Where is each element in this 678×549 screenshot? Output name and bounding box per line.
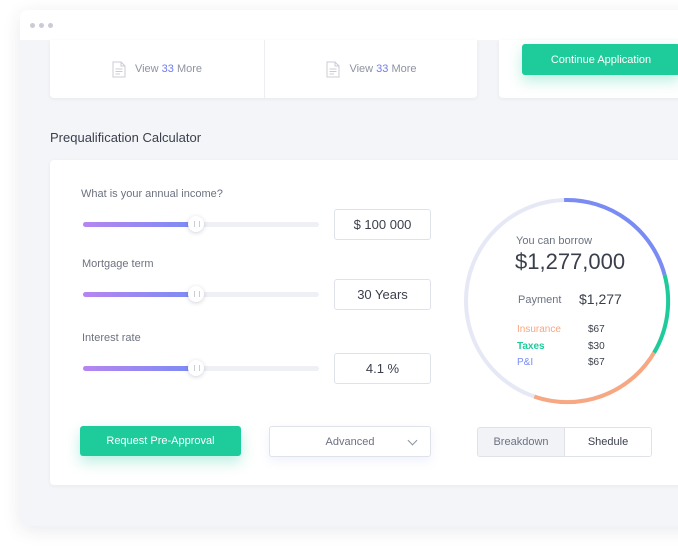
window-dots <box>30 23 53 28</box>
chevron-down-icon <box>407 435 418 446</box>
term-label: Mortgage term <box>82 258 154 270</box>
view-more-suffix: More <box>176 63 203 75</box>
interest-rate-field[interactable]: 4.1 % <box>334 353 431 384</box>
payment-value: $1,277 <box>579 291 622 307</box>
borrow-label: You can borrow <box>516 235 593 247</box>
view-tabs: Breakdown Shedule <box>477 427 652 457</box>
view-more-count: 33 <box>376 63 389 75</box>
ring-segment-taxes <box>652 274 671 354</box>
page-title: Prequalification Calculator <box>50 130 202 145</box>
request-pre-approval-button[interactable]: Request Pre-Approval <box>80 426 241 456</box>
view-more-text: View 33 More <box>349 63 416 75</box>
window-dot <box>30 23 35 28</box>
view-more-link-left[interactable]: View 33 More <box>50 40 264 98</box>
borrow-value: $1,277,000 <box>515 249 626 274</box>
income-field[interactable]: $ 100 000 <box>334 209 431 240</box>
continue-application-button[interactable]: Continue Application <box>522 44 678 75</box>
income-label: What is your annual income? <box>81 188 223 200</box>
taxes-label: Taxes <box>517 341 545 352</box>
view-more-text: View 33 More <box>135 63 202 75</box>
view-more-link-right[interactable]: View 33 More <box>264 40 478 98</box>
document-icon <box>112 61 126 77</box>
pi-value: $67 <box>588 357 605 368</box>
taxes-value: $30 <box>588 341 605 352</box>
interest-rate-label: Interest rate <box>82 332 141 344</box>
tab-breakdown[interactable]: Breakdown <box>478 428 565 456</box>
term-slider-fill <box>83 292 197 297</box>
borrow-ring <box>464 198 671 405</box>
view-more-prefix: View <box>134 63 159 75</box>
view-more-prefix: View <box>349 63 374 75</box>
income-slider[interactable] <box>83 216 319 232</box>
term-slider[interactable] <box>83 286 319 302</box>
interest-rate-slider-fill <box>83 366 197 371</box>
term-field[interactable]: 30 Years <box>334 279 431 310</box>
interest-rate-slider[interactable] <box>83 360 319 376</box>
insurance-label: Insurance <box>517 324 561 335</box>
tab-shedule[interactable]: Shedule <box>565 428 651 456</box>
view-more-count: 33 <box>161 63 174 75</box>
advanced-select-label: Advanced <box>325 435 375 448</box>
document-icon <box>326 61 340 77</box>
view-more-suffix: More <box>391 63 417 75</box>
title-bar <box>20 10 678 40</box>
payment-label: Payment <box>518 294 562 306</box>
window-dot <box>39 23 44 28</box>
income-slider-fill <box>83 222 197 227</box>
advanced-select[interactable]: Advanced <box>269 426 431 457</box>
documents-card: View 33 More View 33 More <box>50 40 477 98</box>
window-dot <box>48 23 53 28</box>
insurance-value: $67 <box>588 324 605 335</box>
pi-label: P&I <box>517 357 534 368</box>
